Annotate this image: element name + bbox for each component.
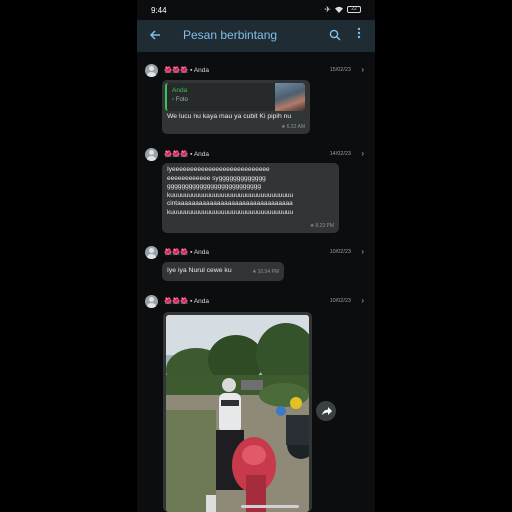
sender-name: ▪ Anda: [190, 67, 210, 74]
sender-name: ▪ Anda: [190, 249, 210, 256]
star-icon: ★: [309, 223, 315, 229]
more-vertical-icon[interactable]: [357, 27, 361, 42]
arrow-left-icon[interactable]: [149, 28, 161, 44]
airplane-icon: ✈: [324, 5, 331, 14]
avatar: [145, 64, 158, 77]
message-header[interactable]: 🌺🌺🌺 ▪ Anda 15/02/23 ›: [145, 64, 367, 78]
chevron-right-icon[interactable]: ›: [361, 65, 364, 74]
message-date: 14/02/23: [329, 151, 351, 157]
quote-thumbnail: [275, 83, 305, 111]
message-bubble[interactable]: Iyeeeeeeeeeeeeeeeeeeeeeeeeeee eeeeeeeeee…: [162, 163, 339, 233]
message-header[interactable]: 🌺🌺🌺 ▪ Anda 10/02/23 ›: [145, 295, 367, 309]
message-date: 10/02/23: [329, 298, 351, 304]
message-time: 10.54 PM: [257, 269, 279, 275]
message-time: 6.32 AM: [286, 124, 305, 130]
page-title: Pesan berbintang: [183, 28, 278, 42]
status-bar: 9:44 ✈ 22: [137, 0, 375, 20]
star-icon: ★: [281, 124, 286, 130]
chevron-right-icon[interactable]: ›: [361, 247, 364, 256]
share-icon: [322, 407, 332, 415]
share-button[interactable]: [316, 401, 336, 421]
sender-emoji: 🌺🌺🌺: [164, 67, 189, 74]
chevron-right-icon[interactable]: ›: [361, 149, 364, 158]
sender-name: ▪ Anda: [190, 151, 210, 158]
avatar: [145, 246, 158, 259]
message-bubble[interactable]: Iye iya Nurul cewe ku ★10.54 PM: [162, 262, 284, 281]
star-icon: ★: [252, 269, 257, 275]
sender-emoji: 🌺🌺🌺: [164, 249, 189, 256]
photo-message-bubble[interactable]: [163, 312, 312, 512]
quoted-message[interactable]: Anda ▫ Foto: [165, 83, 305, 111]
quote-sender: Anda: [172, 87, 188, 94]
quote-type: ▫ Foto: [172, 97, 188, 103]
message-date: 10/02/23: [329, 249, 351, 255]
message-date: 15/02/23: [329, 67, 351, 73]
message-header[interactable]: 🌺🌺🌺 ▪ Anda 14/02/23 ›: [145, 148, 367, 162]
wifi-icon: [335, 6, 343, 13]
battery-icon: 22: [347, 6, 361, 13]
navigation-handle[interactable]: [241, 505, 299, 508]
sender-emoji: 🌺🌺🌺: [164, 298, 189, 305]
status-time: 9:44: [151, 6, 167, 15]
message-text: Iyeeeeeeeeeeeeeeeeeeeeeeeeeee eeeeeeeeee…: [167, 166, 294, 216]
message-header[interactable]: 🌺🌺🌺 ▪ Anda 10/02/23 ›: [145, 246, 367, 260]
message-text: We lucu nu kaya mau ya cubit Ki pipih nu: [167, 113, 292, 120]
avatar: [145, 295, 158, 308]
message-bubble[interactable]: Anda ▫ Foto We lucu nu kaya mau ya cubit…: [162, 80, 310, 134]
avatar: [145, 148, 158, 161]
app-bar: Pesan berbintang: [137, 20, 375, 52]
chevron-right-icon[interactable]: ›: [361, 296, 364, 305]
message-text: Iye iya Nurul cewe ku: [167, 267, 232, 274]
message-time: 8.23 PM: [315, 223, 334, 229]
message-photo[interactable]: [166, 315, 309, 512]
sender-name: ▪ Anda: [190, 298, 210, 305]
sender-emoji: 🌺🌺🌺: [164, 151, 189, 158]
search-icon[interactable]: [329, 28, 341, 46]
